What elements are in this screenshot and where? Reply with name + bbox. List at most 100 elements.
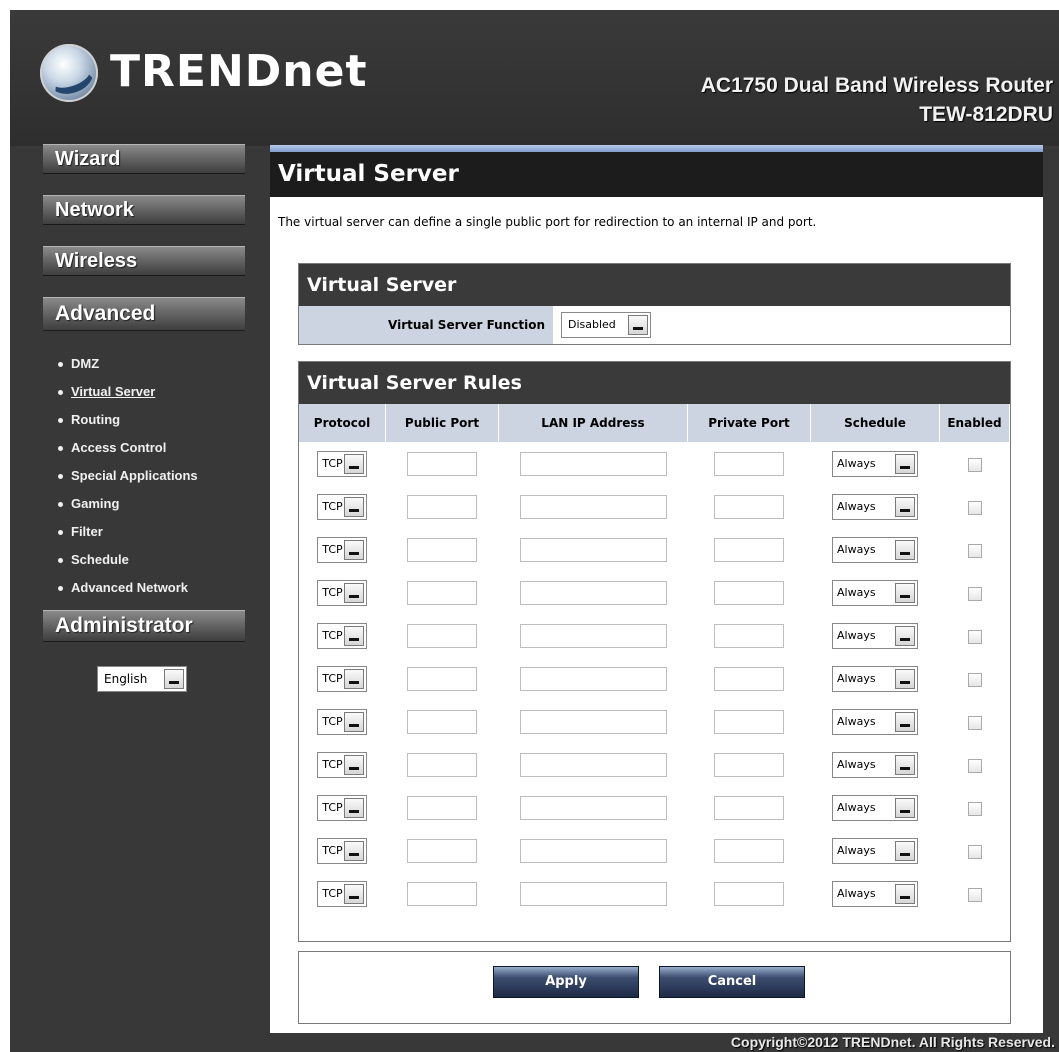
enabled-checkbox[interactable] (967, 543, 982, 558)
submenu-item-virtual-server[interactable]: Virtual Server (58, 378, 198, 406)
schedule-select[interactable]: Always (832, 794, 918, 821)
virtual-server-function-select[interactable]: Disabled (561, 312, 651, 338)
protocol-select[interactable]: TCP (317, 837, 368, 864)
lan-ip-input[interactable] (519, 451, 667, 476)
private-port-input[interactable] (714, 709, 784, 734)
private-port-input[interactable] (714, 451, 784, 476)
protocol-select[interactable]: TCP (317, 493, 368, 520)
rule-row: TCP Always (299, 786, 1010, 829)
lan-ip-input[interactable] (519, 709, 667, 734)
public-port-input[interactable] (407, 838, 477, 863)
public-port-cell (386, 786, 499, 829)
schedule-cell: Always (811, 442, 940, 485)
dropdown-arrow-icon (628, 315, 648, 335)
protocol-select[interactable]: TCP (317, 880, 368, 907)
language-select[interactable]: English (97, 666, 187, 692)
public-port-input[interactable] (407, 795, 477, 820)
submenu-item-schedule[interactable]: Schedule (58, 546, 198, 574)
schedule-cell: Always (811, 700, 940, 743)
lan-ip-cell (499, 485, 688, 528)
lan-ip-input[interactable] (519, 580, 667, 605)
submenu-item-routing[interactable]: Routing (58, 406, 198, 434)
enabled-checkbox[interactable] (967, 629, 982, 644)
nav-administrator[interactable]: Administrator (43, 610, 245, 642)
nav-advanced[interactable]: Advanced (43, 297, 245, 331)
schedule-select[interactable]: Always (832, 622, 918, 649)
lan-ip-input[interactable] (519, 881, 667, 906)
public-port-input[interactable] (407, 580, 477, 605)
protocol-select[interactable]: TCP (317, 622, 368, 649)
enabled-checkbox[interactable] (967, 887, 982, 902)
public-port-input[interactable] (407, 537, 477, 562)
schedule-select[interactable]: Always (832, 880, 918, 907)
private-port-input[interactable] (714, 881, 784, 906)
schedule-select[interactable]: Always (832, 493, 918, 520)
submenu-item-filter[interactable]: Filter (58, 518, 198, 546)
enabled-checkbox[interactable] (967, 500, 982, 515)
submenu-item-access-control[interactable]: Access Control (58, 434, 198, 462)
schedule-select[interactable]: Always (832, 536, 918, 563)
enabled-checkbox[interactable] (967, 801, 982, 816)
bullet-icon (58, 586, 63, 592)
enabled-checkbox[interactable] (967, 844, 982, 859)
schedule-select[interactable]: Always (832, 751, 918, 778)
nav-wizard[interactable]: Wizard (43, 144, 245, 174)
nav-wireless[interactable]: Wireless (43, 246, 245, 276)
public-port-input[interactable] (407, 451, 477, 476)
protocol-select[interactable]: TCP (317, 450, 368, 477)
public-port-input[interactable] (407, 494, 477, 519)
protocol-value: TCP (322, 757, 343, 771)
submenu-item-gaming[interactable]: Gaming (58, 490, 198, 518)
cancel-button[interactable]: Cancel (659, 966, 805, 998)
protocol-select[interactable]: TCP (317, 579, 368, 606)
private-port-input[interactable] (714, 838, 784, 863)
schedule-select[interactable]: Always (832, 665, 918, 692)
enabled-checkbox[interactable] (967, 672, 982, 687)
public-port-input[interactable] (407, 666, 477, 691)
dropdown-arrow-icon (344, 668, 365, 689)
lan-ip-input[interactable] (519, 666, 667, 691)
schedule-select[interactable]: Always (832, 450, 918, 477)
submenu-item-dmz[interactable]: DMZ (58, 350, 198, 378)
lan-ip-input[interactable] (519, 752, 667, 777)
lan-ip-input[interactable] (519, 795, 667, 820)
lan-ip-input[interactable] (519, 494, 667, 519)
rules-header-row: Protocol Public Port LAN IP Address Priv… (299, 404, 1010, 442)
private-port-input[interactable] (714, 537, 784, 562)
submenu-item-special-applications[interactable]: Special Applications (58, 462, 198, 490)
schedule-select[interactable]: Always (832, 579, 918, 606)
protocol-select[interactable]: TCP (317, 794, 368, 821)
private-port-input[interactable] (714, 580, 784, 605)
enabled-checkbox[interactable] (967, 715, 982, 730)
submenu-item-advanced-network[interactable]: Advanced Network (58, 574, 198, 602)
public-port-input[interactable] (407, 752, 477, 777)
private-port-input[interactable] (714, 623, 784, 648)
dropdown-arrow-icon (344, 496, 365, 517)
protocol-select[interactable]: TCP (317, 536, 368, 563)
nav-network[interactable]: Network (43, 195, 245, 225)
private-port-input[interactable] (714, 494, 784, 519)
private-port-input[interactable] (714, 752, 784, 777)
lan-ip-input[interactable] (519, 537, 667, 562)
private-port-cell (688, 700, 811, 743)
enabled-checkbox[interactable] (967, 457, 982, 472)
private-port-input[interactable] (714, 666, 784, 691)
protocol-select[interactable]: TCP (317, 708, 368, 735)
lan-ip-input[interactable] (519, 623, 667, 648)
schedule-cell: Always (811, 786, 940, 829)
public-port-input[interactable] (407, 881, 477, 906)
private-port-input[interactable] (714, 795, 784, 820)
enabled-checkbox[interactable] (967, 586, 982, 601)
public-port-input[interactable] (407, 709, 477, 734)
dropdown-arrow-icon (344, 625, 365, 646)
protocol-select[interactable]: TCP (317, 665, 368, 692)
schedule-select[interactable]: Always (832, 837, 918, 864)
public-port-input[interactable] (407, 623, 477, 648)
private-port-cell (688, 872, 811, 915)
enabled-checkbox[interactable] (967, 758, 982, 773)
lan-ip-input[interactable] (519, 838, 667, 863)
protocol-select[interactable]: TCP (317, 751, 368, 778)
apply-button[interactable]: Apply (493, 966, 639, 998)
protocol-cell: TCP (299, 528, 386, 571)
schedule-select[interactable]: Always (832, 708, 918, 735)
